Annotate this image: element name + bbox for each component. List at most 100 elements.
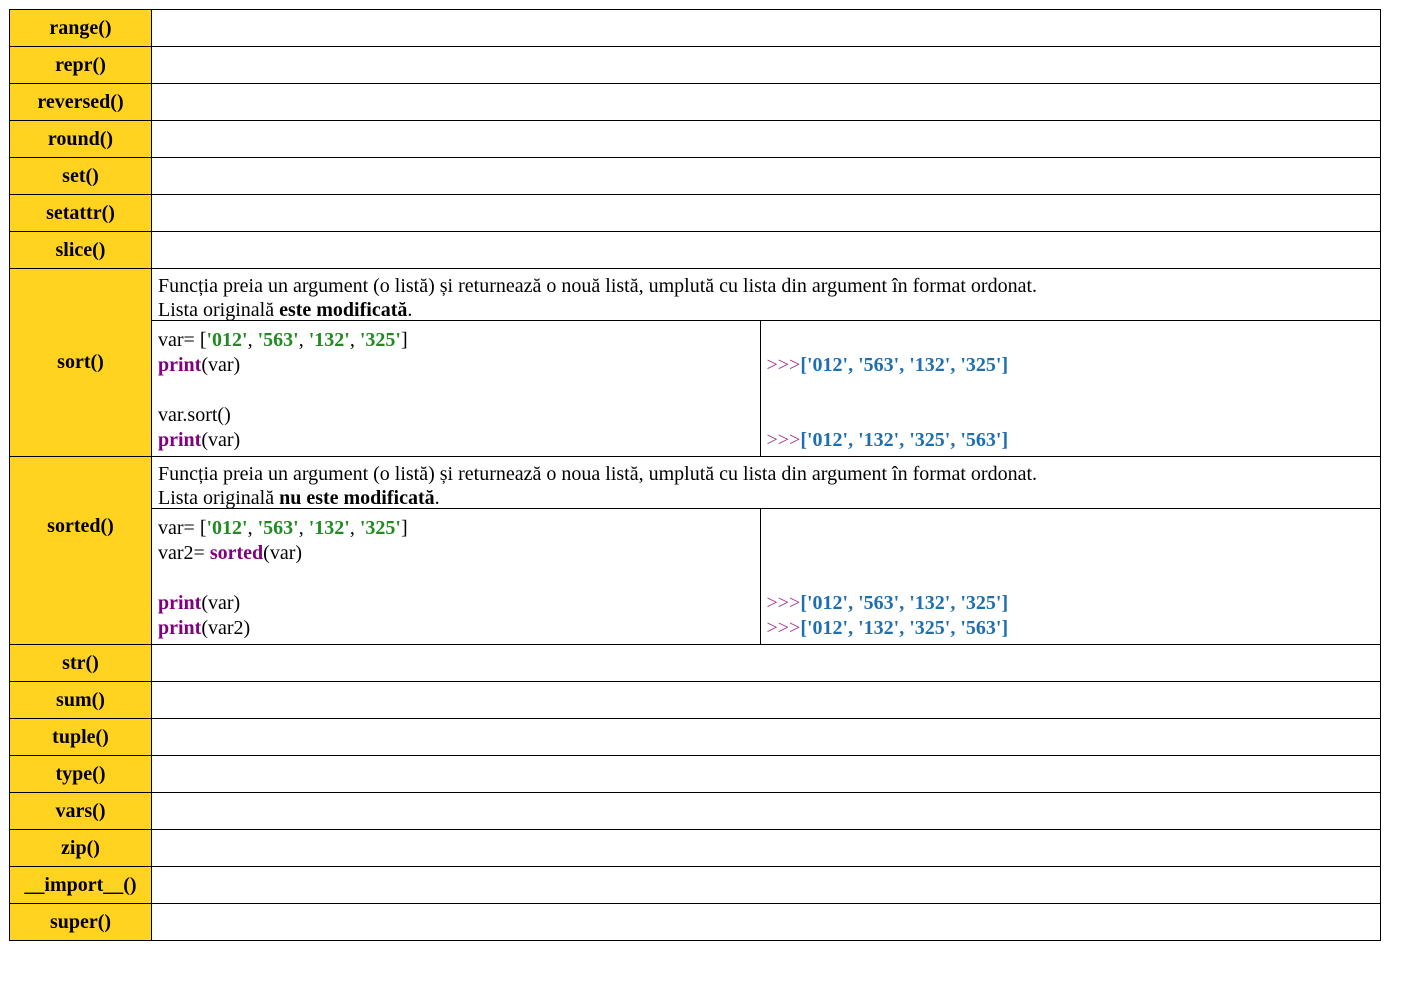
function-name-cell: slice()	[9, 231, 152, 269]
code-string: '132'	[308, 329, 350, 351]
description-line: Funcția preia un argument (o listă) și r…	[158, 463, 1038, 485]
description-cell	[151, 866, 1381, 904]
description-cell	[151, 718, 1381, 756]
output-prompt: >>>	[766, 429, 801, 451]
output-cell: >>>['012', '563', '132', '325'] >>>['012…	[760, 508, 1380, 644]
function-name-cell: tuple()	[9, 718, 152, 756]
code-keyword: sorted	[209, 542, 264, 564]
code-line: print(var)	[158, 353, 754, 378]
function-name-cell: reversed()	[9, 83, 152, 121]
code-string: '012'	[206, 329, 248, 351]
output-line: >>>['012', '132', '325', '563']	[767, 428, 1375, 453]
output-line: >>>['012', '132', '325', '563']	[767, 616, 1375, 641]
code-text: var2=	[158, 542, 210, 564]
code-string: '563'	[257, 329, 299, 351]
output-value: ['012', '132', '325', '563']	[800, 617, 1009, 639]
description-cell	[151, 681, 1381, 719]
description-cell	[151, 83, 1381, 121]
code-line: var= ['012', '563', '132', '325']	[158, 516, 754, 541]
table-row: str()	[9, 644, 1381, 682]
code-text: (var)	[201, 592, 241, 614]
code-cell: var= ['012', '563', '132', '325'] var2= …	[152, 508, 761, 644]
code-text: ,	[247, 517, 258, 539]
description-cell	[151, 792, 1381, 830]
function-name-cell: sort()	[9, 268, 152, 457]
function-name-cell: type()	[9, 755, 152, 793]
description-text: .	[407, 299, 413, 321]
sort-detail-cell: Funcția preia un argument (o listă) și r…	[151, 268, 1381, 457]
description-cell	[151, 9, 1381, 47]
sort-example-table: var= ['012', '563', '132', '325'] print(…	[152, 320, 1380, 456]
function-name-cell: sorted()	[9, 456, 152, 645]
output-prompt: >>>	[766, 354, 801, 376]
code-string: '325'	[359, 517, 401, 539]
function-name-cell: zip()	[9, 829, 152, 867]
sorted-detail-cell: Funcția preia un argument (o listă) și r…	[151, 456, 1381, 645]
sorted-description: Funcția preia un argument (o listă) și r…	[152, 457, 1380, 510]
code-string: '563'	[257, 517, 299, 539]
code-keyword: print	[158, 354, 202, 376]
code-text: ]	[400, 329, 408, 351]
code-cell: var= ['012', '563', '132', '325'] print(…	[152, 320, 761, 456]
table-row: sum()	[9, 681, 1381, 719]
table-row: zip()	[9, 829, 1381, 867]
output-line: >>>['012', '563', '132', '325']	[767, 353, 1375, 378]
function-name-cell: super()	[9, 903, 152, 941]
output-value: ['012', '563', '132', '325']	[800, 592, 1009, 614]
function-name-cell: vars()	[9, 792, 152, 830]
output-value: ['012', '563', '132', '325']	[800, 354, 1009, 376]
description-cell	[151, 644, 1381, 682]
code-text: (var)	[201, 354, 241, 376]
function-name-cell: sum()	[9, 681, 152, 719]
function-name-cell: setattr()	[9, 194, 152, 232]
description-cell	[151, 157, 1381, 195]
table-row: setattr()	[9, 194, 1381, 232]
description-cell	[151, 194, 1381, 232]
table-row: super()	[9, 903, 1381, 941]
description-text: .	[434, 487, 440, 509]
function-name-cell: repr()	[9, 46, 152, 84]
code-text: ]	[400, 517, 408, 539]
code-text: ,	[247, 329, 258, 351]
description-cell	[151, 829, 1381, 867]
function-name-cell: set()	[9, 157, 152, 195]
code-text: (var)	[201, 429, 241, 451]
code-string: '012'	[206, 517, 248, 539]
description-line: Funcția preia un argument (o listă) și r…	[158, 275, 1038, 297]
code-text: var= [	[158, 329, 207, 351]
code-line: print(var)	[158, 591, 754, 616]
description-cell	[151, 46, 1381, 84]
functions-table: range() repr() reversed() round() set() …	[9, 9, 1381, 941]
table-row-sort: sort() Funcția preia un argument (o list…	[9, 268, 1381, 457]
description-text: Lista originală	[158, 299, 280, 321]
code-string: '325'	[359, 329, 401, 351]
code-line: print(var)	[158, 428, 754, 453]
description-cell	[151, 755, 1381, 793]
function-name-cell: __import__()	[9, 866, 152, 904]
description-cell	[151, 120, 1381, 158]
table-row: __import__()	[9, 866, 1381, 904]
code-text: (var)	[263, 542, 303, 564]
sorted-example-table: var= ['012', '563', '132', '325'] var2= …	[152, 508, 1380, 644]
table-row: tuple()	[9, 718, 1381, 756]
code-text: ,	[298, 517, 309, 539]
description-line: Lista originală este modificată.	[158, 298, 1374, 322]
function-name-cell: round()	[9, 120, 152, 158]
output-cell: >>>['012', '563', '132', '325'] >>>['012…	[760, 320, 1380, 456]
code-keyword: print	[158, 429, 202, 451]
code-line: var2= sorted(var)	[158, 541, 754, 566]
code-text: ,	[298, 329, 309, 351]
output-prompt: >>>	[766, 617, 801, 639]
table-row: repr()	[9, 46, 1381, 84]
description-text: Lista originală	[158, 487, 280, 509]
code-text: ,	[349, 517, 360, 539]
code-keyword: print	[158, 617, 202, 639]
output-line: >>>['012', '563', '132', '325']	[767, 591, 1375, 616]
code-text: (var2)	[201, 617, 251, 639]
description-line: Lista originală nu este modificată.	[158, 486, 1374, 510]
output-prompt: >>>	[766, 592, 801, 614]
table-row: vars()	[9, 792, 1381, 830]
table-row: slice()	[9, 231, 1381, 269]
description-cell	[151, 903, 1381, 941]
table-row: type()	[9, 755, 1381, 793]
